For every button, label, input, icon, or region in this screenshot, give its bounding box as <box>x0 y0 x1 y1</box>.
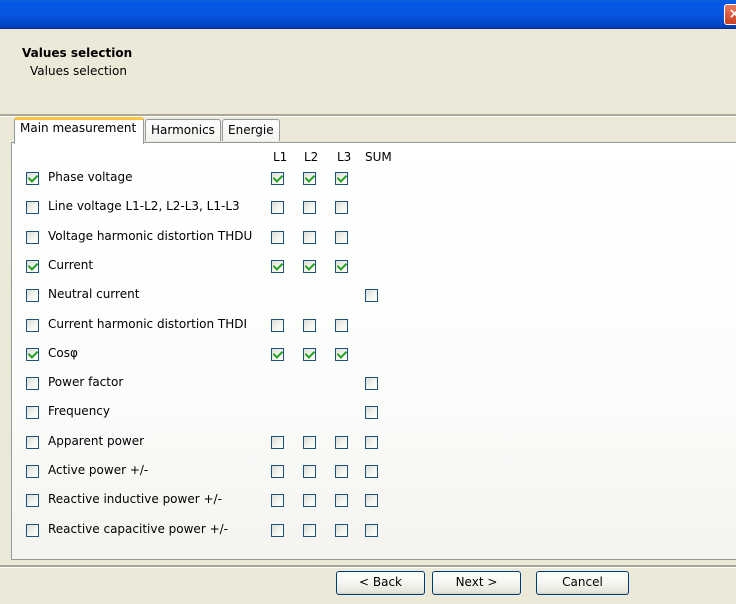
checkbox-l3[interactable] <box>335 348 348 361</box>
row-checkbox[interactable] <box>26 231 39 244</box>
row-checkbox[interactable] <box>26 319 39 332</box>
checkbox-l3[interactable] <box>335 465 348 478</box>
row-label: Reactive capacitive power +/- <box>48 522 228 536</box>
tab-energie[interactable]: Energie <box>222 119 280 141</box>
list-item: Power factor <box>22 375 422 393</box>
checkbox-l2[interactable] <box>303 260 316 273</box>
row-label: Line voltage L1-L2, L2-L3, L1-L3 <box>48 199 240 213</box>
page-title: Values selection <box>22 46 133 60</box>
row-checkbox[interactable] <box>26 436 39 449</box>
column-header-l3: L3 <box>337 150 352 164</box>
row-checkbox[interactable] <box>26 348 39 361</box>
row-label: Power factor <box>48 375 124 389</box>
row-checkbox[interactable] <box>26 494 39 507</box>
column-header-l1: L1 <box>273 150 288 164</box>
checkbox-l1[interactable] <box>271 201 284 214</box>
row-label: Current <box>48 258 94 272</box>
checkbox-l2[interactable] <box>303 172 316 185</box>
checkbox-sum[interactable] <box>365 436 378 449</box>
row-label: Voltage harmonic distortion THDU <box>48 229 253 243</box>
list-item: Neutral current <box>22 287 422 305</box>
row-checkbox[interactable] <box>26 289 39 302</box>
checkbox-l3[interactable] <box>335 436 348 449</box>
checkbox-l1[interactable] <box>271 436 284 449</box>
checkbox-l1[interactable] <box>271 348 284 361</box>
wizard-header: Values selection Values selection <box>0 29 736 114</box>
checkbox-l1[interactable] <box>271 524 284 537</box>
list-item: Reactive capacitive power +/- <box>22 522 422 540</box>
cancel-button[interactable]: Cancel <box>536 571 629 595</box>
checkbox-l2[interactable] <box>303 231 316 244</box>
checkbox-l1[interactable] <box>271 494 284 507</box>
checkbox-l2[interactable] <box>303 465 316 478</box>
list-item: Apparent power <box>22 434 422 452</box>
checkbox-l1[interactable] <box>271 172 284 185</box>
row-label: Phase voltage <box>48 170 133 184</box>
checkbox-sum[interactable] <box>365 465 378 478</box>
checkbox-sum[interactable] <box>365 377 378 390</box>
row-label: Cosφ <box>48 346 78 360</box>
footer-divider <box>0 565 736 568</box>
row-label: Neutral current <box>48 287 140 301</box>
column-header-l2: L2 <box>304 150 319 164</box>
row-checkbox[interactable] <box>26 172 39 185</box>
list-item: Line voltage L1-L2, L2-L3, L1-L3 <box>22 199 422 217</box>
row-label: Apparent power <box>48 434 145 448</box>
list-item: Frequency <box>22 404 422 422</box>
checkbox-l2[interactable] <box>303 201 316 214</box>
checkbox-l3[interactable] <box>335 172 348 185</box>
row-label: Frequency <box>48 404 110 418</box>
checkbox-l3[interactable] <box>335 319 348 332</box>
checkbox-l3[interactable] <box>335 201 348 214</box>
list-item: Phase voltage <box>22 170 422 188</box>
tab-main-measurement[interactable]: Main measurement <box>14 117 144 144</box>
page-subtitle: Values selection <box>30 64 127 78</box>
row-label: Reactive inductive power +/- <box>48 492 222 506</box>
row-checkbox[interactable] <box>26 524 39 537</box>
checkbox-l3[interactable] <box>335 231 348 244</box>
title-bar: × <box>0 0 736 29</box>
column-header-sum: SUM <box>365 150 392 164</box>
checkbox-l2[interactable] <box>303 494 316 507</box>
checkbox-sum[interactable] <box>365 524 378 537</box>
row-checkbox[interactable] <box>26 201 39 214</box>
list-item: Reactive inductive power +/- <box>22 492 422 510</box>
checkbox-sum[interactable] <box>365 289 378 302</box>
row-label: Active power +/- <box>48 463 149 477</box>
close-button[interactable]: × <box>724 4 736 25</box>
checkbox-l2[interactable] <box>303 436 316 449</box>
checkbox-l2[interactable] <box>303 348 316 361</box>
row-checkbox[interactable] <box>26 465 39 478</box>
checkbox-l1[interactable] <box>271 260 284 273</box>
checkbox-l3[interactable] <box>335 260 348 273</box>
row-checkbox[interactable] <box>26 260 39 273</box>
list-item: Active power +/- <box>22 463 422 481</box>
tab-harmonics[interactable]: Harmonics <box>145 119 221 141</box>
row-checkbox[interactable] <box>26 377 39 390</box>
checkbox-l3[interactable] <box>335 524 348 537</box>
checkbox-l1[interactable] <box>271 231 284 244</box>
checkbox-l2[interactable] <box>303 319 316 332</box>
checkbox-l2[interactable] <box>303 524 316 537</box>
checkbox-l3[interactable] <box>335 494 348 507</box>
checkbox-sum[interactable] <box>365 406 378 419</box>
close-icon: × <box>728 6 736 22</box>
row-label: Current harmonic distortion THDI <box>48 317 248 331</box>
checkbox-l1[interactable] <box>271 319 284 332</box>
row-checkbox[interactable] <box>26 406 39 419</box>
list-item: Cosφ <box>22 346 422 364</box>
back-button[interactable]: < Back <box>336 571 425 595</box>
list-item: Current harmonic distortion THDI <box>22 317 422 335</box>
checkbox-sum[interactable] <box>365 494 378 507</box>
checkbox-l1[interactable] <box>271 465 284 478</box>
list-item: Current <box>22 258 422 276</box>
next-button[interactable]: Next > <box>432 571 521 595</box>
list-item: Voltage harmonic distortion THDU <box>22 229 422 247</box>
